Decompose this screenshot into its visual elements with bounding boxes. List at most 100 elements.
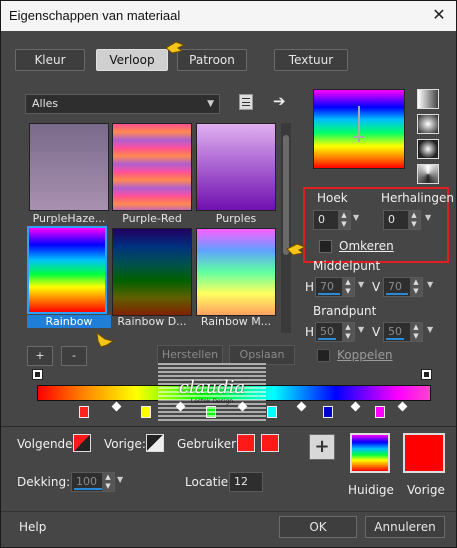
watermark-name: claudia — [178, 377, 246, 398]
gradient-thumb-rainbow[interactable] — [27, 226, 107, 314]
category-dropdown[interactable]: Alles ▼ — [25, 94, 220, 114]
angle-label: Hoek — [317, 191, 348, 205]
ok-button[interactable]: OK — [279, 516, 357, 538]
repeats-value: 0 — [388, 213, 395, 226]
restore-button[interactable]: Herstellen — [157, 345, 223, 365]
opacity-stop-right[interactable] — [421, 369, 432, 380]
gradient-thumb-purplehaze[interactable] — [29, 123, 109, 211]
gradient-thumb-purple-red[interactable] — [112, 123, 192, 211]
tab-gradient[interactable]: Verloop — [96, 49, 168, 71]
spinner-arrows-icon[interactable]: ▲ ▼ — [410, 278, 422, 296]
repeats-spinner[interactable]: 0 ▲ ▼ — [383, 210, 421, 230]
focal-h-value: 50 — [320, 325, 334, 338]
rectangular-style-button[interactable] — [417, 114, 439, 134]
add-to-swatches-button[interactable]: + — [309, 434, 335, 460]
opacity-spinner[interactable]: 100 ▲ ▼ — [71, 472, 115, 492]
gradient-label: Rainbow — [27, 315, 111, 328]
remove-gradient-button[interactable]: - — [61, 346, 87, 366]
gradient-thumb-rainbow-dark[interactable] — [112, 228, 192, 316]
tab-texture[interactable]: Textuur — [274, 49, 348, 71]
chevron-down-icon[interactable]: ▼ — [427, 280, 433, 289]
invert-label: Omkeren — [339, 239, 394, 253]
focal-h-spinner[interactable]: 50 ▲ ▼ — [315, 322, 355, 342]
radial-style-button[interactable] — [417, 139, 439, 159]
color-stop[interactable] — [267, 406, 277, 418]
current-swatch[interactable] — [350, 433, 390, 473]
chevron-down-icon: ▼ — [207, 99, 214, 109]
center-h-spinner[interactable]: 70 ▲ ▼ — [315, 277, 355, 297]
gradient-thumb-purples[interactable] — [196, 123, 276, 211]
window-title: Eigenschappen van materiaal — [9, 8, 181, 23]
pointing-hand-icon — [285, 241, 307, 257]
spinner-arrows-icon[interactable]: ▲ ▼ — [338, 211, 350, 229]
previous-swatch[interactable] — [403, 433, 445, 473]
gradient-label: Purples — [215, 212, 257, 225]
prev-label: Vorige: — [104, 437, 146, 451]
arrow-right-icon[interactable]: ➔ — [273, 92, 289, 110]
spinner-arrows-icon[interactable]: ▲ ▼ — [342, 278, 354, 296]
sunburst-style-button[interactable] — [417, 164, 439, 184]
cancel-button[interactable]: Annuleren — [365, 516, 445, 538]
spinner-arrows-icon[interactable]: ▲ ▼ — [410, 323, 422, 341]
chevron-down-icon[interactable]: ▼ — [353, 213, 359, 222]
invert-checkbox[interactable] — [319, 240, 332, 253]
pointing-hand-icon — [95, 331, 115, 349]
center-label: Middelpunt — [313, 259, 381, 273]
linear-style-button[interactable] — [417, 89, 439, 109]
opacity-value: 100 — [76, 475, 97, 488]
midpoint-marker[interactable] — [397, 401, 408, 412]
color-stop[interactable] — [79, 406, 89, 418]
follow-color-swatch[interactable] — [73, 434, 91, 452]
gradient-label: Rainbow M... — [200, 315, 272, 328]
current-label: Huidige — [348, 483, 394, 497]
gradient-label: PurpleHaze... — [32, 212, 106, 225]
opacity-stop-left[interactable] — [32, 369, 43, 380]
prev-color-swatch[interactable] — [146, 434, 164, 452]
watermark-sub: Lestek Design — [190, 398, 234, 405]
spinner-arrows-icon[interactable]: ▲ ▼ — [102, 473, 114, 491]
watermark-logo: claudia Lestek Design — [158, 363, 266, 421]
spinner-arrows-icon[interactable]: ▲ ▼ — [342, 323, 354, 341]
chevron-down-icon[interactable]: ▼ — [425, 213, 431, 222]
user-label: Gebruiker: — [177, 437, 240, 451]
user-color-swatch-1[interactable] — [237, 434, 255, 452]
color-stop[interactable] — [141, 406, 151, 418]
link-checkbox[interactable] — [317, 349, 330, 362]
color-stop[interactable] — [323, 406, 333, 418]
category-value: Alles — [32, 97, 59, 110]
midpoint-marker[interactable] — [350, 401, 361, 412]
center-h-value: 70 — [320, 280, 334, 293]
gradient-menu-icon[interactable] — [239, 94, 253, 110]
tab-color[interactable]: Kleur — [15, 49, 85, 71]
help-link[interactable]: Help — [19, 520, 46, 534]
location-label: Locatie: — [185, 475, 233, 489]
tab-pattern[interactable]: Patroon — [177, 49, 247, 71]
center-v-spinner[interactable]: 70 ▲ ▼ — [383, 277, 423, 297]
chevron-down-icon[interactable]: ▼ — [427, 325, 433, 334]
chevron-down-icon[interactable]: ▼ — [358, 325, 364, 334]
gradient-list-scrollbar[interactable] — [281, 123, 291, 333]
follow-label: Volgende: — [17, 437, 77, 451]
add-gradient-button[interactable]: + — [27, 346, 53, 366]
midpoint-marker[interactable] — [111, 401, 122, 412]
midpoint-marker[interactable] — [296, 401, 307, 412]
location-field[interactable]: 12 — [229, 472, 263, 492]
center-v-label: V — [372, 280, 381, 294]
repeats-label: Herhalingen — [381, 191, 454, 205]
divider — [1, 426, 456, 427]
gradient-thumb-rainbow-m[interactable] — [196, 228, 276, 316]
save-button[interactable]: Opslaan — [229, 345, 295, 365]
spinner-arrows-icon[interactable]: ▲ ▼ — [408, 211, 420, 229]
material-properties-dialog: Eigenschappen van materiaal ✕ Kleur Verl… — [0, 0, 457, 548]
close-icon[interactable]: ✕ — [430, 7, 448, 25]
gradient-preview[interactable] — [313, 89, 405, 169]
chevron-down-icon[interactable]: ▼ — [358, 280, 364, 289]
color-stop[interactable] — [375, 406, 385, 418]
chevron-down-icon[interactable]: ▼ — [117, 475, 123, 484]
focal-v-spinner[interactable]: 50 ▲ ▼ — [383, 322, 423, 342]
focal-h-label: H — [305, 325, 315, 339]
angle-spinner[interactable]: 0 ▲ ▼ — [313, 210, 351, 230]
user-color-swatch-2[interactable] — [261, 434, 279, 452]
link-label: Koppelen — [337, 348, 393, 362]
angle-value: 0 — [318, 213, 325, 226]
